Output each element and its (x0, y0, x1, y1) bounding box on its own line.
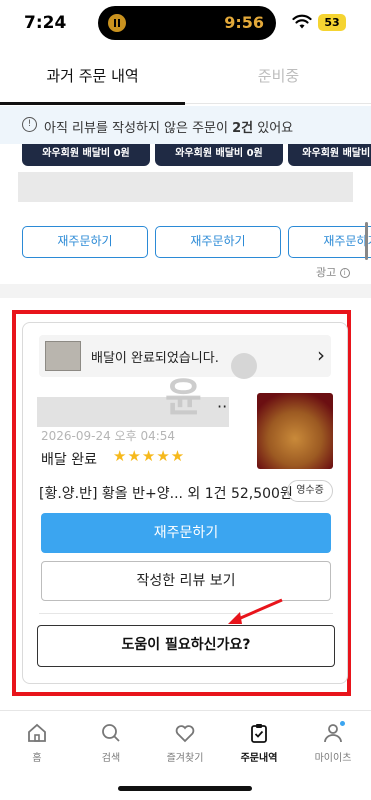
review-reminder-banner[interactable]: ! 아직 리뷰를 작성하지 않은 주문이 2건 있어요 (0, 106, 371, 144)
receipt-button[interactable]: 영수증 (287, 480, 333, 502)
clock: 7:24 (24, 13, 67, 33)
watermark-text: 윤 (165, 375, 202, 421)
carousel-scrollbar (365, 222, 368, 260)
ad-card[interactable]: 와우회원 배달비 0원 + (288, 144, 371, 166)
help-button[interactable]: 도움이 필요하신가요? (37, 625, 335, 667)
order-summary: [황.양.반] 황올 반+양... 외 1건 52,500원 (39, 486, 293, 502)
section-divider (0, 284, 371, 298)
reorder-button[interactable]: 재주문하기 (41, 513, 331, 553)
food-image (257, 393, 333, 469)
wifi-icon (292, 14, 312, 29)
order-tabs: 과거 주문 내역 준비중 (0, 54, 371, 105)
status-bar: 7:24 9:56 53 (0, 0, 371, 46)
heart-icon (175, 725, 195, 743)
divider (39, 613, 333, 614)
ad-promo-strip: 와우회원 배달비 0원 + (288, 144, 371, 166)
battery-indicator: 53 (318, 14, 346, 31)
ad-reorder-button[interactable]: 재주문하기 (288, 226, 371, 258)
search-icon (102, 724, 120, 742)
store-thumbnail (45, 341, 81, 371)
ad-promo-strip: 와우회원 배달비 0원 (155, 144, 283, 166)
nav-search[interactable]: 검색 (74, 721, 148, 764)
ad-reorder-button[interactable]: 재주문하기 (155, 226, 281, 258)
nav-home[interactable]: 홈 (0, 721, 74, 764)
more-dots: ·· (217, 397, 228, 416)
timer-text: 9:56 (224, 13, 264, 32)
review-reminder-text: 아직 리뷰를 작성하지 않은 주문이 2건 있어요 (44, 121, 294, 136)
order-date: 2026-09-24 오후 04:54 (41, 429, 176, 443)
home-icon (28, 723, 46, 742)
bell-icon: ! (22, 117, 37, 132)
view-review-button[interactable]: 작성한 리뷰 보기 (41, 561, 331, 601)
home-indicator (118, 786, 252, 791)
clipboard-check-icon (251, 724, 267, 743)
ad-image-placeholder (18, 172, 353, 202)
ad-carousel[interactable]: 와우회원 배달비 0원 와우회원 배달비 0원 와우회원 배달비 0원 + 재주… (0, 144, 371, 284)
dynamic-island: 9:56 (98, 6, 276, 40)
review-count: 2건 (232, 121, 254, 136)
order-status-text: 배달이 완료되었습니다. (91, 351, 219, 366)
ad-card[interactable]: 와우회원 배달비 0원 (155, 144, 283, 166)
delivery-status: 배달 완료 (41, 452, 97, 468)
nav-my-eats[interactable]: 마이이츠 (296, 721, 370, 764)
leaf-watermark-icon (231, 353, 257, 379)
pause-icon (108, 14, 126, 32)
nav-favorites[interactable]: 즐겨찾기 (148, 721, 222, 764)
tab-preparing[interactable]: 준비중 (186, 54, 371, 104)
ad-promo-strip: 와우회원 배달비 0원 (22, 144, 150, 166)
info-icon: i (339, 268, 350, 278)
ad-reorder-button[interactable]: 재주문하기 (22, 226, 148, 258)
chevron-right-icon: › (317, 343, 325, 367)
tab-past-orders[interactable]: 과거 주문 내역 (0, 54, 185, 105)
ad-card[interactable]: 와우회원 배달비 0원 (22, 144, 150, 166)
ad-label[interactable]: 광고 i (316, 264, 350, 280)
notification-dot (340, 721, 345, 726)
rating-stars: ★★★★★ (113, 447, 186, 465)
order-card: 배달이 완료되었습니다. › ·· 윤 2026-09-24 오후 04:54 … (22, 322, 348, 684)
nav-orders[interactable]: 주문내역 (222, 721, 296, 764)
